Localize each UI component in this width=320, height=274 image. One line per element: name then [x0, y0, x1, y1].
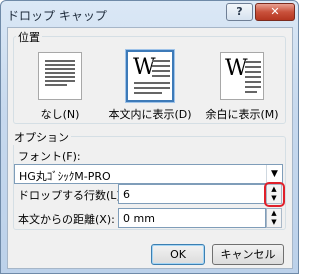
- lines-label: ドロップする行数(L):: [18, 189, 125, 202]
- lines-input-value: 6: [123, 188, 130, 201]
- position-dropped-option[interactable]: W 本文内に表示(D): [108, 50, 192, 130]
- ok-button[interactable]: OK: [151, 244, 205, 265]
- position-margin-option[interactable]: W 余白に表示(M): [200, 52, 284, 130]
- spinner-highlight: [264, 182, 285, 207]
- position-none-label: なし(N): [40, 108, 80, 121]
- spin-up-icon[interactable]: ▲: [267, 209, 281, 218]
- position-margin-label: 余白に表示(M): [205, 108, 279, 121]
- font-select[interactable]: HG丸ｺﾞｼｯｸM-PRO ▼: [14, 164, 283, 184]
- distance-label: 本文からの距離(X):: [18, 213, 115, 226]
- chevron-down-icon[interactable]: ▼: [266, 165, 282, 183]
- lines-input[interactable]: 6: [118, 184, 266, 204]
- font-label: フォント(F):: [18, 150, 81, 163]
- dropped-thumbnail: W: [126, 50, 174, 102]
- spin-down-icon[interactable]: ▼: [267, 218, 281, 227]
- help-button[interactable]: ?: [226, 3, 253, 21]
- none-thumbnail: [38, 52, 82, 100]
- font-select-value: HG丸ｺﾞｼｯｸM-PRO: [19, 170, 111, 183]
- distance-spinner[interactable]: ▲ ▼: [266, 208, 282, 228]
- position-none-option[interactable]: なし(N): [18, 52, 102, 130]
- distance-input[interactable]: 0 mm: [118, 208, 266, 228]
- options-group-label: オプション: [12, 129, 71, 145]
- position-group-label: 位置: [16, 29, 42, 45]
- close-button[interactable]: ✕: [255, 3, 295, 21]
- dialog-body: 位置 なし(N) W 本文内に表示(D) W 余白に表示(M) オプション フォ…: [7, 27, 293, 269]
- title-bar: ドロップ キャップ ? ✕: [1, 1, 298, 27]
- window-title: ドロップ キャップ: [7, 9, 107, 23]
- distance-input-value: 0 mm: [123, 212, 155, 225]
- position-dropped-label: 本文内に表示(D): [108, 108, 192, 121]
- dialog-window: ドロップ キャップ ? ✕ 位置 なし(N) W 本文内に表示(D) W 余白に…: [0, 0, 299, 274]
- margin-thumbnail: W: [220, 52, 264, 100]
- cancel-button[interactable]: キャンセル: [212, 244, 284, 265]
